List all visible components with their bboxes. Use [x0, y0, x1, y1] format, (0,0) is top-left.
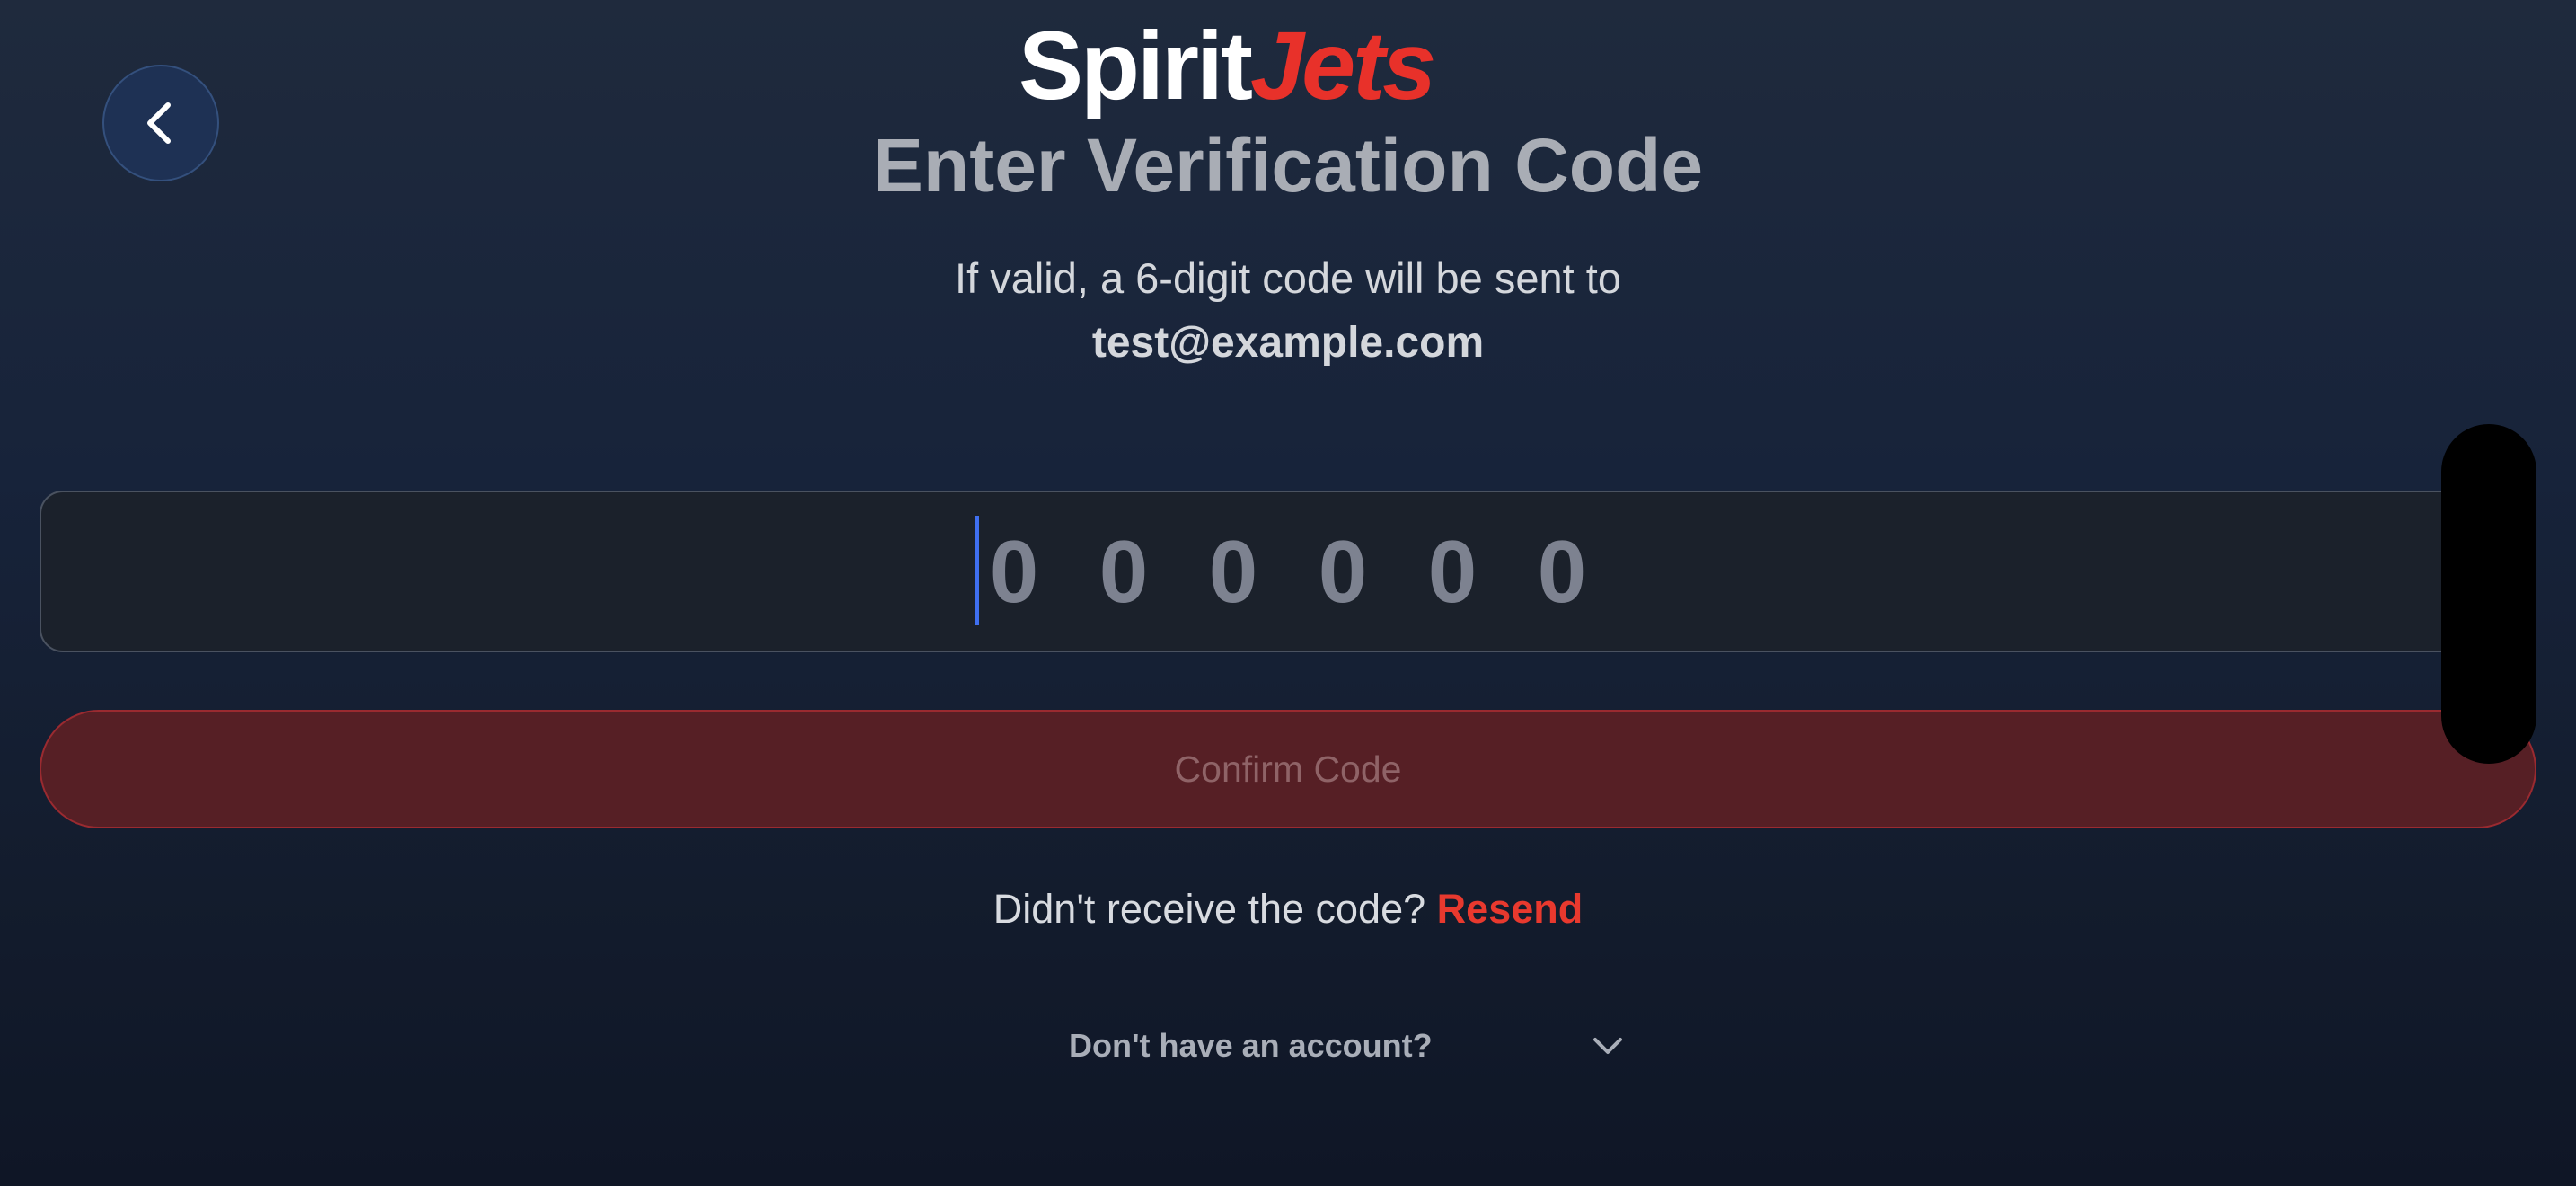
code-digit-3: 0 [1208, 522, 1258, 621]
code-digit-1: 0 [989, 522, 1039, 621]
code-digit-2: 0 [1098, 522, 1149, 621]
resend-line: Didn't receive the code? Resend [0, 886, 2576, 933]
resend-link[interactable]: Resend [1437, 886, 1584, 932]
code-digits: 0 0 0 0 0 0 [975, 516, 1591, 625]
text-caret [975, 516, 979, 625]
resend-prompt: Didn't receive the code? [992, 886, 1426, 932]
logo-spirit-text: Spirit [1019, 10, 1253, 119]
account-toggle[interactable]: Don't have an account? [1069, 1021, 1653, 1071]
confirm-code-button[interactable]: Confirm Code [40, 710, 2536, 828]
camera-cutout-overlay [2441, 424, 2536, 764]
code-digit-5: 0 [1427, 522, 1478, 621]
email-address: test@example.com [1091, 319, 1485, 367]
logo-jets-text: Jets [1250, 10, 1436, 119]
code-digit-4: 0 [1318, 522, 1368, 621]
account-label: Don't have an account? [1069, 1027, 1433, 1064]
code-digit-6: 0 [1537, 522, 1587, 621]
spiritjets-logo: Spirit Jets [1019, 11, 1557, 119]
page-title: Enter Verification Code [872, 123, 1704, 208]
chevron-down-icon [1593, 1038, 1622, 1054]
verification-code-input[interactable]: 0 0 0 0 0 0 [40, 491, 2536, 652]
subtitle: If valid, a 6-digit code will be sent to [955, 254, 1621, 302]
